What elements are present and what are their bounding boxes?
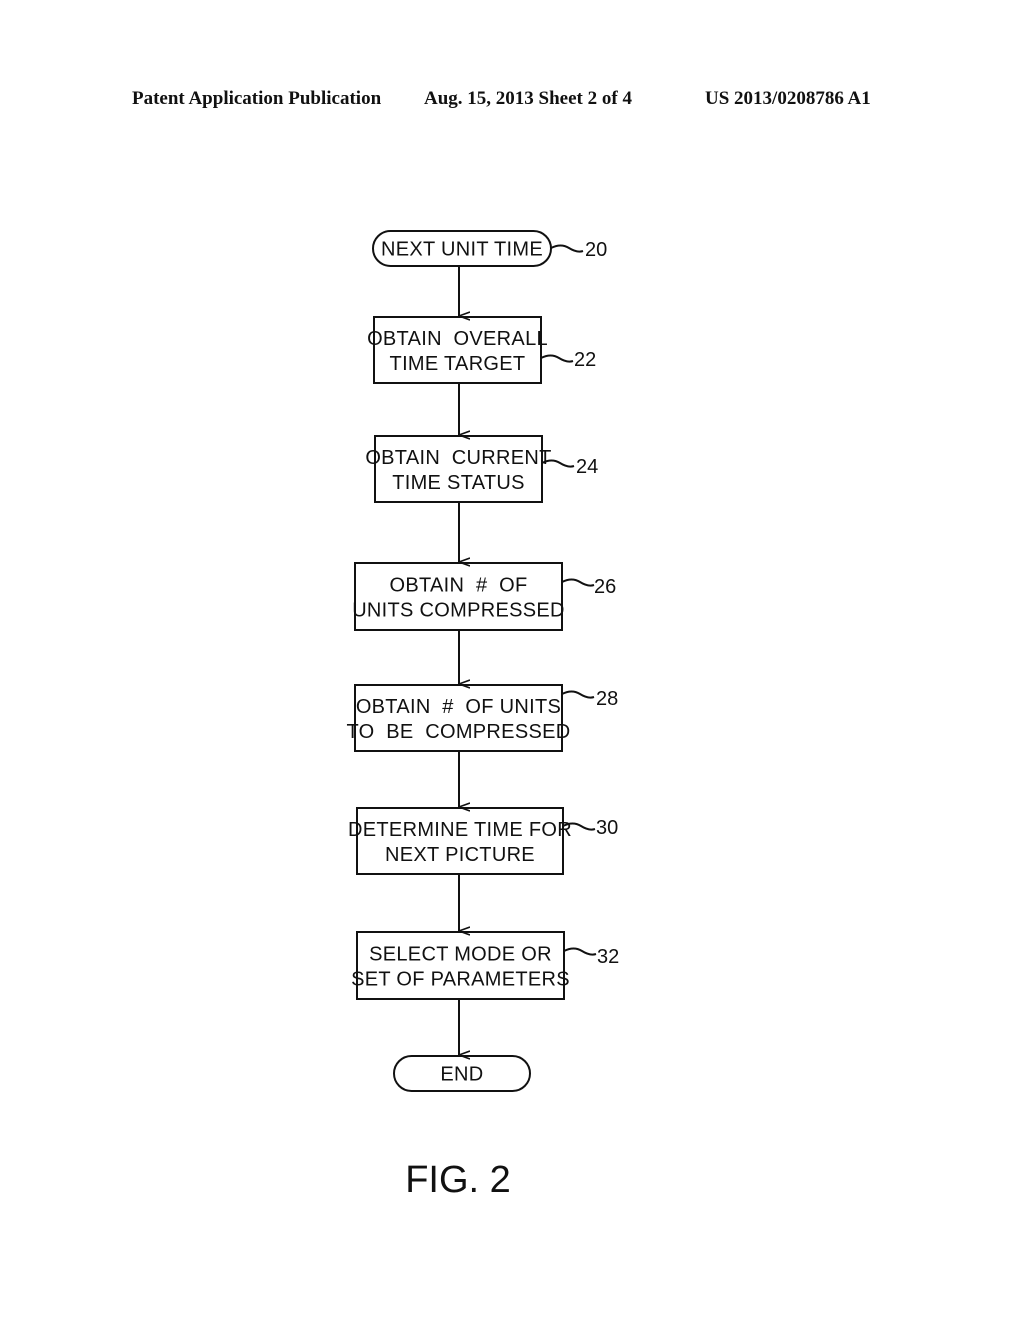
node-label: OBTAIN OVERALL: [367, 328, 548, 350]
node-label: TO BE COMPRESSED: [347, 721, 571, 743]
reference-numeral: 20: [585, 239, 607, 261]
reference-numeral: 24: [576, 456, 598, 478]
node-label: UNITS COMPRESSED: [352, 600, 565, 622]
flow-node-26: OBTAIN # OF UNITS COMPRESSED 26: [352, 562, 616, 631]
leader-line: [550, 244, 584, 253]
reference-numeral: 30: [596, 817, 618, 839]
leader-line: [563, 947, 597, 956]
node-label: SET OF PARAMETERS: [351, 969, 570, 991]
node-label: SELECT MODE OR: [369, 944, 552, 966]
node-label: OBTAIN CURRENT: [365, 447, 551, 469]
reference-numeral: 28: [596, 688, 618, 710]
flow-node-end: END: [393, 1055, 531, 1092]
leader-line: [561, 690, 595, 699]
flow-node-28: OBTAIN # OF UNITS TO BE COMPRESSED 28: [347, 684, 618, 752]
reference-numeral: 22: [574, 349, 596, 371]
figure-label: FIG. 2: [405, 1159, 511, 1201]
node-label: END: [440, 1064, 483, 1086]
node-label: OBTAIN # OF UNITS: [356, 696, 561, 718]
node-label: NEXT PICTURE: [385, 844, 535, 866]
node-label: TIME STATUS: [392, 472, 525, 494]
node-label: TIME TARGET: [390, 353, 526, 375]
flow-node-32: SELECT MODE OR SET OF PARAMETERS 32: [351, 931, 619, 1000]
flow-node-20: NEXT UNIT TIME 20: [372, 230, 607, 267]
flow-node-22: OBTAIN OVERALL TIME TARGET 22: [367, 316, 596, 384]
node-label: NEXT UNIT TIME: [381, 239, 543, 261]
leader-line: [561, 578, 595, 587]
reference-numeral: 32: [597, 946, 619, 968]
node-label: OBTAIN # OF: [390, 575, 528, 597]
leader-line: [540, 354, 574, 363]
reference-numeral: 26: [594, 576, 616, 598]
flow-node-24: OBTAIN CURRENT TIME STATUS 24: [365, 435, 598, 503]
flow-node-30: DETERMINE TIME FOR NEXT PICTURE 30: [348, 807, 618, 875]
node-label: DETERMINE TIME FOR: [348, 819, 572, 841]
flowchart: FIG. 2 NEXT UNIT TIME 20 OBTAIN OVERALL TIM…: [347, 230, 619, 1201]
